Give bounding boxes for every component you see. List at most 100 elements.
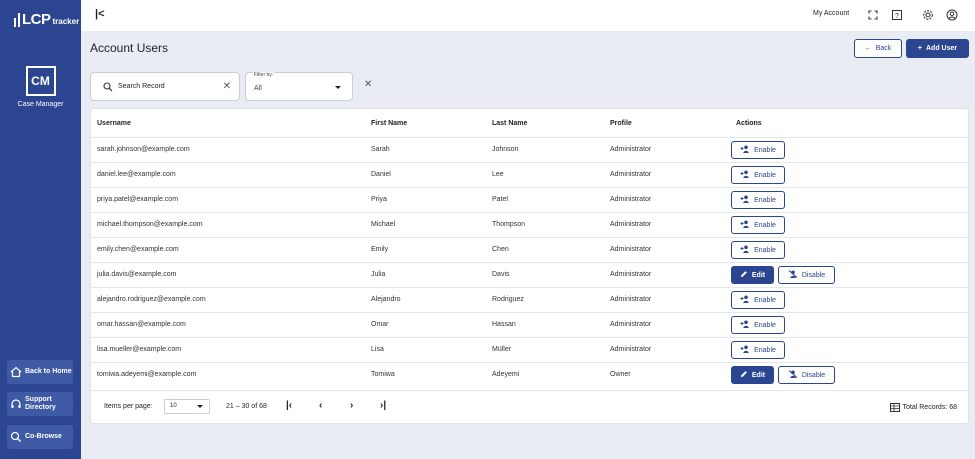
next-page-icon[interactable]: › [350,400,353,411]
column-header-username[interactable]: Username [97,120,131,127]
enable-button[interactable]: Enable [731,316,785,334]
last-name-cell: Rodriguez [492,296,524,303]
disable-button[interactable]: Disable [778,366,835,384]
clear-search-icon[interactable]: ✕ [223,81,231,92]
enable-user-icon [740,245,750,255]
enable-label: Enable [754,196,776,204]
profile-cell: Administrator [610,296,652,303]
enable-button[interactable]: Enable [731,166,785,184]
filter-value: All [254,85,262,92]
support-directory-label: Support Directory [25,396,56,411]
cobrowse-icon [10,431,21,442]
table-row: daniel.lee@example.com Daniel Lee Administr… [91,162,968,187]
enable-button[interactable]: Enable [731,141,785,159]
search-input[interactable]: Search Record ✕ [90,72,240,101]
total-records: Total Records: 68 [889,403,957,412]
edit-label: Edit [751,271,766,279]
enable-user-icon [740,320,750,330]
user-icon[interactable] [946,9,958,21]
headset-icon [11,399,21,408]
disable-button[interactable]: Disable [778,266,835,284]
username-cell: lisa.mueller@example.com [97,346,182,353]
back-to-home-label: Back to Home [25,368,72,375]
column-header-first-name[interactable]: First Name [371,120,407,127]
enable-button[interactable]: Enable [731,241,785,259]
table-row: michael.thompson@example.com Michael Thomp… [91,212,968,237]
column-header-actions: Actions [736,120,762,127]
last-page-icon[interactable]: ›| [380,400,386,411]
enable-button[interactable]: Enable [731,341,785,359]
pagination-bar: Items per page: 10 21 – 30 of 68 |‹ ‹ › … [91,390,968,424]
settings-icon[interactable] [922,9,934,21]
last-name-cell: Johnson [492,146,519,153]
module-icon: CM [25,66,56,96]
disable-user-icon [788,270,798,280]
edit-button[interactable]: Edit [731,266,774,284]
last-name-cell: Hassan [492,321,516,328]
last-name-cell: Müller [492,346,512,353]
profile-cell: Administrator [610,171,652,178]
profile-cell: Administrator [610,346,652,353]
enable-user-icon [740,170,750,180]
co-browse-label: Co-Browse [25,433,62,440]
enable-button[interactable]: Enable [731,191,785,209]
first-name-cell: Lisa [371,346,384,353]
users-table: Username First Name Last Name Profile Ac… [90,108,969,424]
items-per-page-select[interactable]: 10 [164,399,210,414]
support-directory-button[interactable]: Support Directory [7,392,73,416]
search-icon [103,81,113,91]
first-page-icon[interactable]: |‹ [286,400,292,411]
disable-user-icon [788,370,798,380]
clear-filter-icon[interactable]: ✕ [364,79,372,90]
module-label: Case Manager [17,101,64,108]
profile-cell: Administrator [610,146,652,153]
username-cell: alejandro.rodriguez@example.com [97,296,206,303]
top-header: |< My Account ? [81,0,975,31]
username-cell: omar.hassan@example.com [97,321,186,328]
username-cell: julia.davis@example.com [97,271,177,278]
logo-mark-icon [14,13,20,27]
previous-page-icon[interactable]: ‹ [319,400,322,411]
add-user-label: Add User [925,45,958,52]
lcptracker-logo[interactable]: LCP tracker [14,12,79,27]
add-user-button[interactable]: + Add User [906,39,969,58]
last-name-cell: Davis [492,271,510,278]
username-cell: priya.patel@example.com [97,196,179,203]
profile-cell: Administrator [610,321,652,328]
back-button-label: Back [875,45,892,52]
last-name-cell: Chen [492,246,509,253]
enable-label: Enable [754,321,776,329]
table-row: omar.hassan@example.com Omar Hassan Adminis… [91,312,968,337]
svg-text:?: ? [895,13,899,20]
collapse-sidebar-icon[interactable]: |< [95,8,105,20]
column-header-last-name[interactable]: Last Name [492,120,527,127]
first-name-cell: Michael [371,221,396,228]
items-per-page-label: Items per page: [104,403,153,410]
enable-user-icon [740,345,750,355]
filter-select[interactable]: Filter by: All [245,72,353,101]
first-name-cell: Alejandro [371,296,401,303]
pencil-icon [740,370,748,380]
edit-label: Edit [751,371,766,379]
enable-button[interactable]: Enable [731,291,785,309]
table-row: lisa.mueller@example.com Lisa Müller Admini… [91,337,968,362]
enable-label: Enable [754,171,776,179]
profile-cell: Owner [610,371,631,378]
enable-button[interactable]: Enable [731,216,785,234]
enable-user-icon [740,145,750,155]
module-case-manager[interactable]: CM Case Manager [0,66,81,108]
co-browse-button[interactable]: Co-Browse [7,425,73,449]
logo-sub-text: tracker [52,17,80,26]
edit-button[interactable]: Edit [731,366,774,384]
column-header-profile[interactable]: Profile [610,120,632,127]
back-to-home-button[interactable]: Back to Home [7,360,73,384]
profile-cell: Administrator [610,221,652,228]
fullscreen-icon[interactable] [867,9,879,21]
back-button[interactable]: ← Back [854,39,902,58]
username-cell: emily.chen@example.com [97,246,179,253]
help-icon[interactable]: ? [891,9,903,21]
my-account-link[interactable]: My Account [813,10,849,17]
username-cell: tomiwa.adeyemi@example.com [97,371,197,378]
first-name-cell: Tomiwa [371,371,395,378]
profile-cell: Administrator [610,271,652,278]
